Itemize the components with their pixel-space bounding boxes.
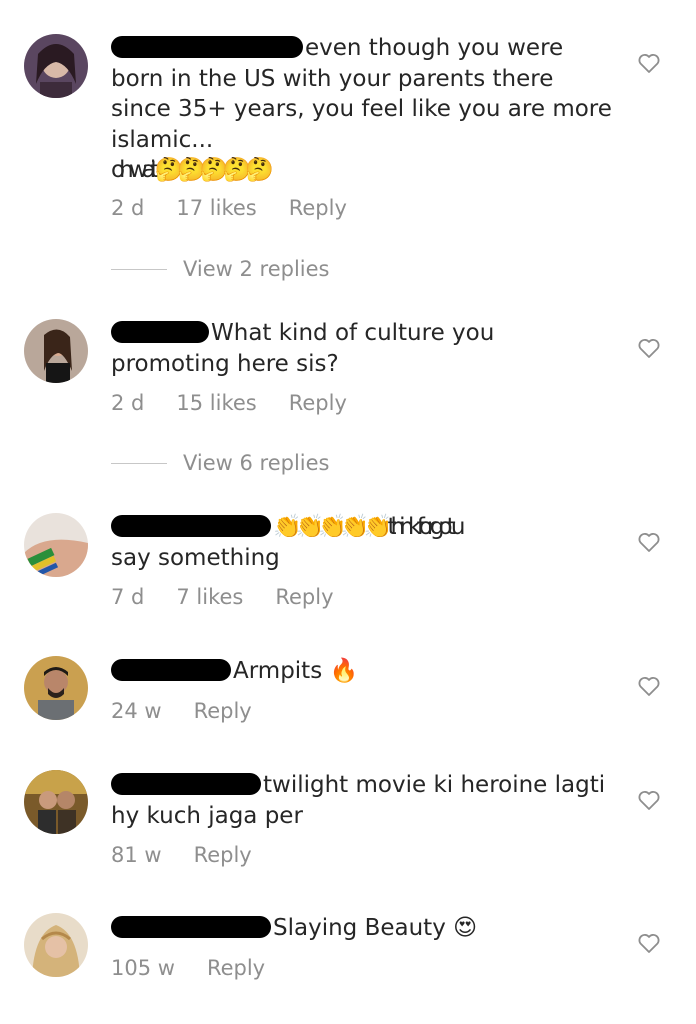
redacted-username	[111, 659, 231, 681]
avatar[interactable]	[24, 656, 88, 720]
heart-icon[interactable]	[637, 336, 661, 360]
reply-button[interactable]: Reply	[289, 196, 347, 220]
comment-meta: 105 w Reply	[111, 956, 297, 980]
comment-text: Slaying Beauty 😍	[111, 913, 616, 944]
comment-time: 7 d	[111, 585, 145, 609]
comment-time: 24 w	[111, 699, 162, 723]
view-replies[interactable]: View 6 replies	[111, 451, 330, 475]
comment-text: twilight movie ki heroine lagti hy kuch …	[111, 772, 606, 829]
likes-count[interactable]: 7 likes	[176, 585, 243, 609]
comment-text: 👏👏👏👏👏 think forgot u say something	[111, 514, 465, 571]
avatar[interactable]	[24, 913, 88, 977]
comment-text: Armpits 🔥	[111, 656, 616, 687]
avatar[interactable]	[24, 770, 88, 834]
redacted-username	[111, 321, 209, 343]
redacted-username	[111, 916, 271, 938]
comment-text: even though you were born in the US with…	[111, 35, 612, 183]
comment-time: 81 w	[111, 843, 162, 867]
heart-icon[interactable]	[637, 931, 661, 955]
reply-button[interactable]: Reply	[289, 391, 347, 415]
comment-time: 2 d	[111, 391, 145, 415]
redacted-username	[111, 773, 261, 795]
avatar[interactable]	[24, 34, 88, 98]
reply-button[interactable]: Reply	[194, 699, 252, 723]
comment-text: What kind of culture you promoting here …	[111, 320, 495, 377]
comment-time: 105 w	[111, 956, 175, 980]
avatar[interactable]	[24, 513, 88, 577]
comment-meta: 81 w Reply	[111, 843, 284, 867]
redacted-username	[111, 36, 303, 58]
reply-button[interactable]: Reply	[194, 843, 252, 867]
comment-meta: 24 w Reply	[111, 699, 284, 723]
divider	[111, 268, 167, 270]
view-replies-label[interactable]: View 6 replies	[183, 451, 330, 475]
comment-meta: 2 d 17 likes Reply	[111, 196, 379, 220]
redacted-username	[111, 515, 271, 537]
reply-button[interactable]: Reply	[275, 585, 333, 609]
heart-icon[interactable]	[637, 51, 661, 75]
comment-time: 2 d	[111, 196, 145, 220]
view-replies-label[interactable]: View 2 replies	[183, 257, 330, 281]
divider	[111, 462, 167, 464]
avatar[interactable]	[24, 319, 88, 383]
reply-button[interactable]: Reply	[207, 956, 265, 980]
heart-icon[interactable]	[637, 788, 661, 812]
view-replies[interactable]: View 2 replies	[111, 257, 330, 281]
heart-icon[interactable]	[637, 674, 661, 698]
comment-meta: 7 d 7 likes Reply	[111, 585, 366, 609]
likes-count[interactable]: 15 likes	[176, 391, 256, 415]
heart-icon[interactable]	[637, 530, 661, 554]
comment-meta: 2 d 15 likes Reply	[111, 391, 379, 415]
likes-count[interactable]: 17 likes	[176, 196, 256, 220]
